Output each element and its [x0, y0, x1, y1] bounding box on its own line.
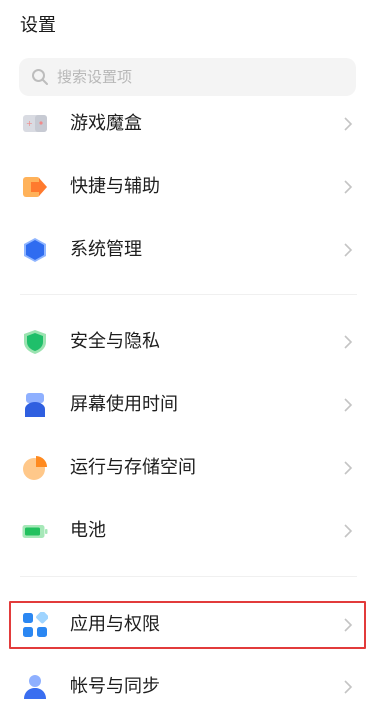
settings-item-label: 游戏魔盒 — [70, 113, 142, 134]
settings-item-apps-permissions[interactable]: 应用与权限 — [0, 597, 377, 653]
settings-item-battery[interactable]: 电池 — [0, 503, 377, 559]
chevron-right-icon — [342, 616, 354, 634]
search-bar[interactable] — [19, 58, 356, 96]
search-icon — [31, 68, 49, 86]
system-hexagon-icon — [22, 237, 48, 263]
settings-item-system[interactable]: 系统管理 — [0, 222, 377, 278]
shortcut-icon — [22, 174, 48, 200]
chevron-right-icon — [342, 396, 354, 414]
settings-item-account-sync[interactable]: 帐号与同步 — [0, 659, 377, 715]
chevron-right-icon — [342, 178, 354, 196]
shield-icon — [22, 329, 48, 355]
settings-item-label: 系统管理 — [70, 239, 142, 260]
chevron-right-icon — [342, 678, 354, 696]
settings-item-label: 帐号与同步 — [70, 676, 160, 697]
settings-item-label: 安全与隐私 — [70, 331, 160, 352]
settings-item-shortcut[interactable]: 快捷与辅助 — [0, 159, 377, 215]
chevron-right-icon — [342, 115, 354, 133]
settings-item-label: 运行与存储空间 — [70, 457, 196, 478]
search-input[interactable] — [57, 68, 337, 86]
settings-item-label: 电池 — [70, 520, 106, 541]
chevron-right-icon — [342, 459, 354, 477]
apps-grid-icon — [22, 612, 48, 638]
section-divider — [20, 294, 357, 295]
settings-item-screen-time[interactable]: 屏幕使用时间 — [0, 377, 377, 433]
chevron-right-icon — [342, 522, 354, 540]
chevron-right-icon — [342, 333, 354, 351]
section-divider — [20, 576, 357, 577]
settings-item-label: 快捷与辅助 — [70, 176, 160, 197]
settings-item-security[interactable]: 安全与隐私 — [0, 314, 377, 370]
screen-time-icon — [22, 392, 48, 418]
settings-item-label: 屏幕使用时间 — [70, 394, 178, 415]
battery-icon — [22, 518, 48, 544]
chevron-right-icon — [342, 241, 354, 259]
page-title: 设置 — [20, 15, 56, 36]
settings-item-storage[interactable]: 运行与存储空间 — [0, 440, 377, 496]
settings-item-label: 应用与权限 — [70, 614, 160, 635]
pie-chart-icon — [22, 455, 48, 481]
game-box-icon: + — [22, 111, 48, 137]
settings-item-game-box[interactable]: + 游戏魔盒 — [0, 96, 377, 152]
svg-text:+: + — [26, 119, 33, 128]
person-icon — [22, 674, 48, 700]
